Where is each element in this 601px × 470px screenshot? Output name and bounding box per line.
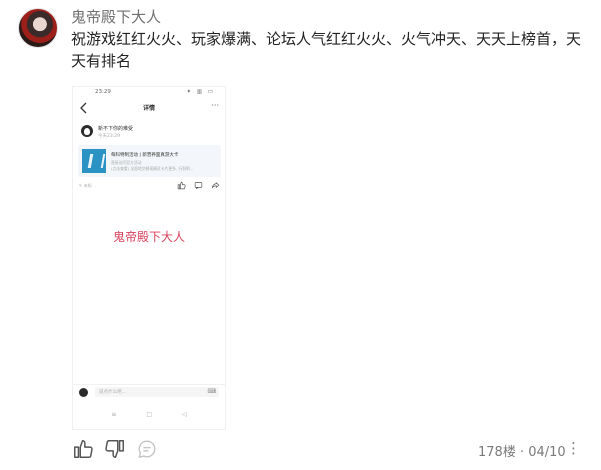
floor-and-date: 178楼 · 04/10 <box>478 445 566 460</box>
back-nav-icon: ◁ <box>182 411 187 418</box>
thumbs-up-icon <box>177 181 186 190</box>
username[interactable]: 鬼帝殿下大人 <box>71 6 161 27</box>
reply-input: 说点什么吧... ⌨ <box>95 387 219 397</box>
keyboard-icon: ⌨ <box>207 388 216 395</box>
status-time: 23:29 <box>95 89 111 95</box>
thumbs-down-icon[interactable] <box>104 438 126 460</box>
reply-placeholder: 说点什么吧... <box>99 390 126 395</box>
comment-text: 祝游戏红红火火、玩家爆满、论坛人气红红火火、火气冲天、天天上榜首，天天有排名 <box>71 30 582 70</box>
comment-bubble-icon[interactable] <box>136 438 158 460</box>
post-time: 今天23:29 <box>98 134 120 139</box>
menu-icon: ≡ <box>111 411 117 418</box>
nav-more-icon: ··· <box>211 101 219 110</box>
post-meta: ✎ 未知 <box>79 183 92 188</box>
attached-screenshot[interactable]: 23:29 ✦ ▥ ▭ 详情 ··· 新不下你的难受 今天23:29 每科特制活… <box>72 86 226 430</box>
reply-bar: 说点什么吧... ⌨ <box>73 384 225 399</box>
home-icon: □ <box>146 411 153 418</box>
nav-title: 详情 <box>142 105 155 112</box>
link-thumbnail <box>82 149 106 173</box>
thumbs-up-icon[interactable] <box>72 438 94 460</box>
more-icon[interactable]: ⋮ <box>566 439 581 457</box>
share-icon <box>211 182 220 189</box>
link-description: (点击查看) 全面地交替现精灵卡片更多, 行到明... <box>111 166 194 171</box>
link-card: 每科特制活动 | 新营养面真游大卡 直接访问官方活动 (点击查看) 全面地交替现… <box>78 145 221 177</box>
post-actions <box>177 181 220 190</box>
reply-avatar <box>79 388 88 397</box>
avatar[interactable] <box>18 8 58 48</box>
post-avatar <box>81 125 93 137</box>
comment-icon <box>194 182 203 190</box>
watermark-text: 鬼帝殿下大人 <box>112 230 185 244</box>
status-icons: ✦ ▥ ▭ <box>186 89 215 95</box>
post-user: 新不下你的难受 <box>98 126 134 132</box>
link-title: 每科特制活动 | 新营养面真游大卡 <box>111 153 179 158</box>
comment-card: 鬼帝殿下大人 祝游戏红红火火、玩家爆满、论坛人气红红火火、火气冲天、天天上榜首，… <box>0 0 601 470</box>
system-nav: ≡ □ ◁ <box>73 411 225 418</box>
